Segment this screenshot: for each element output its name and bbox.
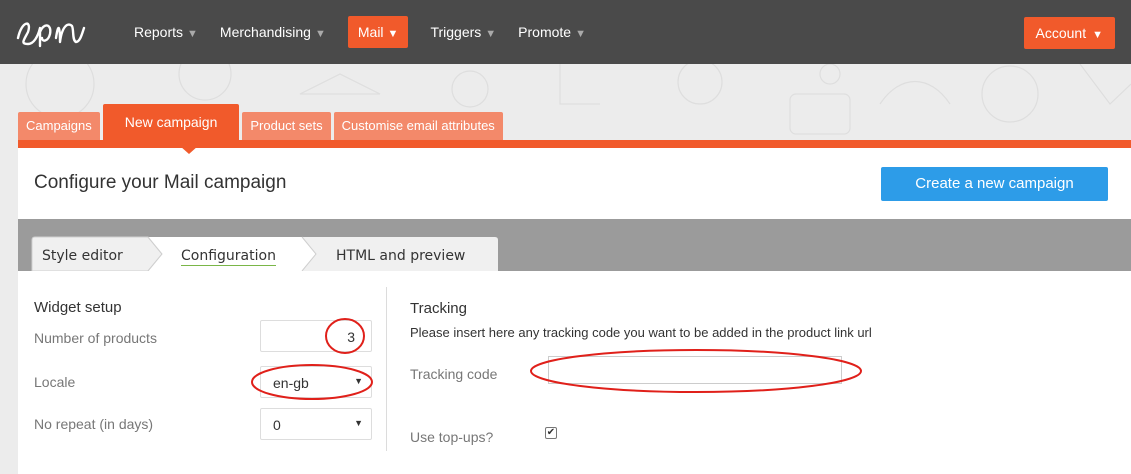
column-divider [386,287,387,451]
locale-label: Locale [34,374,76,390]
main-nav: Reports ▼ Merchandising ▼ Mail ▼ Triggers ▼ … [134,0,608,64]
locale-value: en-gb [273,375,309,391]
page-title: Configure your Mail campaign [34,172,287,193]
number-of-products-label: Number of products [34,330,157,346]
caret-down-icon: ▼ [187,28,198,40]
no-repeat-label: No repeat (in days) [34,416,154,432]
no-repeat-select[interactable]: 0 ▼ [260,408,372,440]
active-tab-indicator [180,146,198,154]
nav-mail[interactable]: Mail ▼ [347,16,409,48]
create-new-campaign-button[interactable]: Create a new campaign [881,167,1108,201]
step-html-and-preview[interactable]: HTML and preview [336,248,465,264]
tracking-title: Tracking [410,300,467,317]
number-of-products-input[interactable]: 3 [260,320,372,352]
step-configuration[interactable]: Configuration [181,248,276,266]
caret-down-icon: ▼ [1092,29,1103,41]
caret-down-icon: ▼ [575,28,586,40]
step-style-editor[interactable]: Style editor [42,248,123,264]
locale-select[interactable]: en-gb ▼ [260,366,372,398]
use-topups-checkbox[interactable]: ✔ [545,427,557,439]
number-of-products-value: 3 [347,329,355,345]
nav-reports[interactable]: Reports ▼ [134,24,198,40]
caret-down-icon: ▼ [314,28,326,40]
tab-new-campaign[interactable]: New campaign [102,104,240,140]
tab-product-sets[interactable]: Product sets [242,112,331,140]
no-repeat-value: 0 [273,417,281,433]
nav-merchandising[interactable]: Merchandising ▼ [220,24,326,40]
tracking-code-input[interactable] [548,356,842,384]
select-arrow-icon: ▼ [354,376,363,386]
tab-customise-email-attributes[interactable]: Customise email attributes [333,112,503,140]
epi-logo[interactable] [14,14,94,50]
checkmark-icon: ✔ [546,427,556,438]
nav-triggers[interactable]: Triggers ▼ [430,24,496,40]
use-topups-label: Use top-ups? [410,429,494,445]
nav-promote[interactable]: Promote ▼ [518,24,586,40]
sub-tabs: Campaigns New campaign Product sets Cust… [18,104,506,140]
widget-setup-title: Widget setup [34,299,122,316]
select-arrow-icon: ▼ [354,418,363,428]
tab-campaigns[interactable]: Campaigns [18,112,100,140]
tracking-code-label: Tracking code [410,366,498,382]
caret-down-icon: ▼ [387,28,399,40]
caret-down-icon: ▼ [485,28,497,40]
top-navigation-bar: Reports ▼ Merchandising ▼ Mail ▼ Triggers ▼ … [0,0,1131,64]
account-menu-button[interactable]: Account ▼ [1023,17,1115,49]
tracking-help-text: Please insert here any tracking code you… [410,325,872,340]
